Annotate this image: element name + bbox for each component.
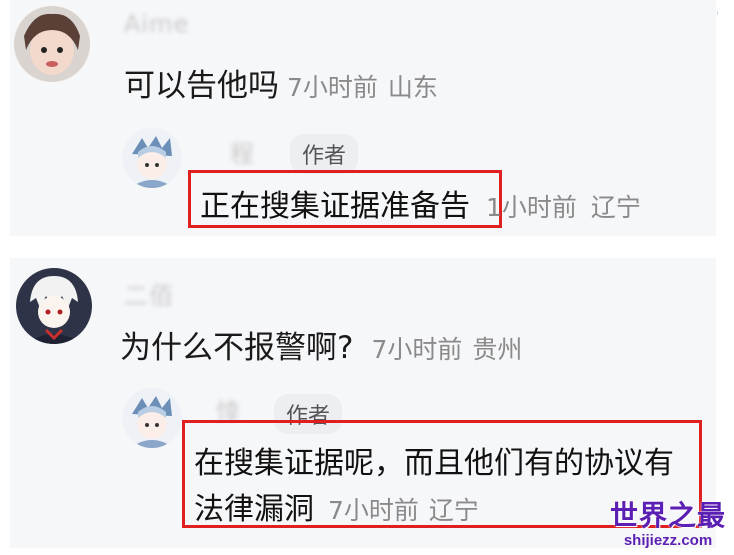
reply-body: 法律漏洞 <box>194 492 314 527</box>
comment-card: Aime 可以告他吗 7小时前 山东 程 作者 正在搜集证据准备告 1小时前 辽宁 <box>10 0 716 236</box>
reply-body: 正在搜集证据准备告 <box>200 189 470 224</box>
comment-text: 可以告他吗 7小时前 山东 <box>124 60 438 105</box>
comment-text: 为什么不报警啊? 7小时前 贵州 <box>120 322 522 367</box>
comment-location: 山东 <box>387 73 438 102</box>
watermark-title: 世界之最 <box>609 499 726 532</box>
comment-body: 可以告他吗 <box>124 68 279 104</box>
reply-avatar[interactable] <box>122 388 182 448</box>
username[interactable]: Aime <box>124 10 189 38</box>
comment-location: 贵州 <box>472 335 523 364</box>
reply-location: 辽宁 <box>590 193 641 222</box>
reply-username[interactable]: 程 <box>230 134 255 169</box>
author-badge: 作者 <box>290 134 359 174</box>
reply-location: 辽宁 <box>428 496 479 525</box>
watermark-url: shijiezz.com <box>623 532 713 549</box>
reply-avatar[interactable] <box>122 128 182 188</box>
username[interactable]: 二佰 <box>124 276 174 311</box>
reply-time: 1小时前 <box>486 193 577 222</box>
reply-time: 7小时前 <box>328 496 419 525</box>
watermark: 世界之最 shijiezz.com <box>610 494 726 549</box>
avatar[interactable] <box>14 6 90 82</box>
reply-text-line1: 在搜集证据呢，而且他们有的协议有 <box>194 446 674 481</box>
comment-body: 为什么不报警啊? <box>120 330 354 366</box>
avatar[interactable] <box>16 268 92 344</box>
comment-time: 7小时前 <box>371 335 463 364</box>
reply-text: 正在搜集证据准备告 1小时前 辽宁 <box>200 181 641 225</box>
comment-time: 7小时前 <box>287 73 378 102</box>
reply-text-line2: 法律漏洞 7小时前 辽宁 <box>194 484 479 528</box>
